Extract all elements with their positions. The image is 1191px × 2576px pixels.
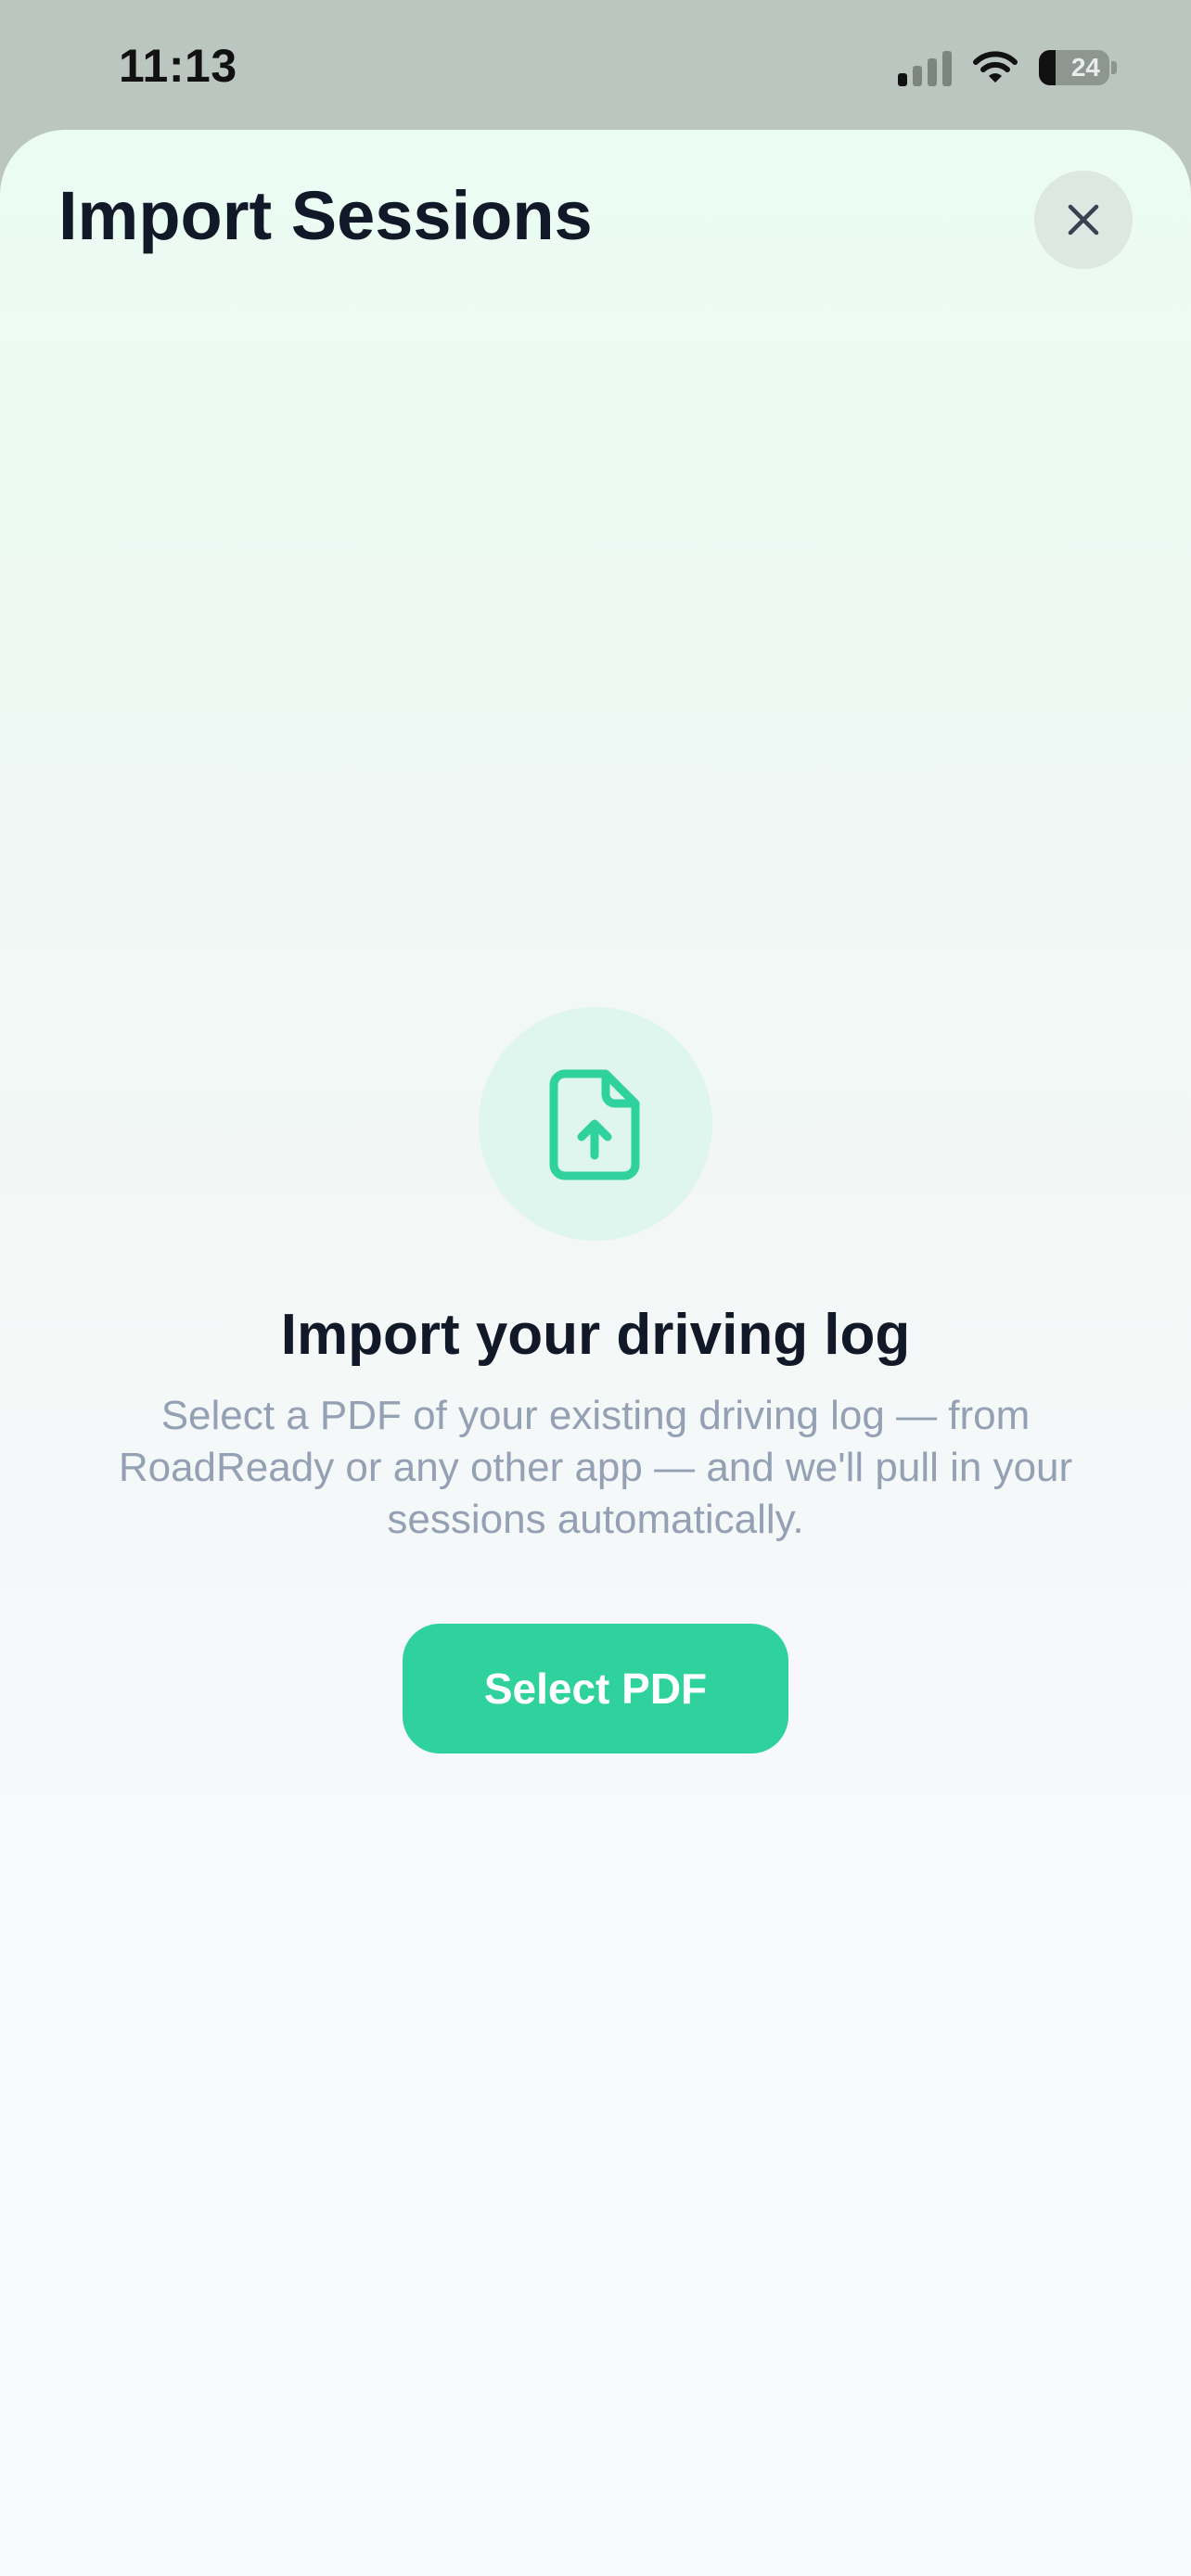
empty-state-heading: Import your driving log (280, 1303, 911, 1367)
icon-circle (479, 1007, 712, 1241)
status-time: 11:13 (119, 40, 237, 92)
empty-state: Import your driving log Select a PDF of … (0, 1007, 1191, 1753)
cellular-signal-icon (898, 49, 952, 86)
import-sessions-sheet: Import Sessions Import your driving log … (0, 130, 1191, 2576)
file-upload-icon (549, 1069, 640, 1180)
close-button[interactable] (1034, 171, 1133, 269)
empty-state-description: Select a PDF of your existing driving lo… (118, 1393, 1073, 1542)
wifi-icon (973, 51, 1018, 83)
status-icons: 24 (898, 45, 1117, 91)
close-icon (1068, 204, 1099, 236)
battery-level: 24 (1070, 53, 1100, 82)
select-pdf-button[interactable]: Select PDF (403, 1624, 788, 1753)
status-bar: 11:13 24 (0, 0, 1191, 130)
battery-icon: 24 (1039, 50, 1109, 85)
sheet-title: Import Sessions (58, 177, 593, 254)
